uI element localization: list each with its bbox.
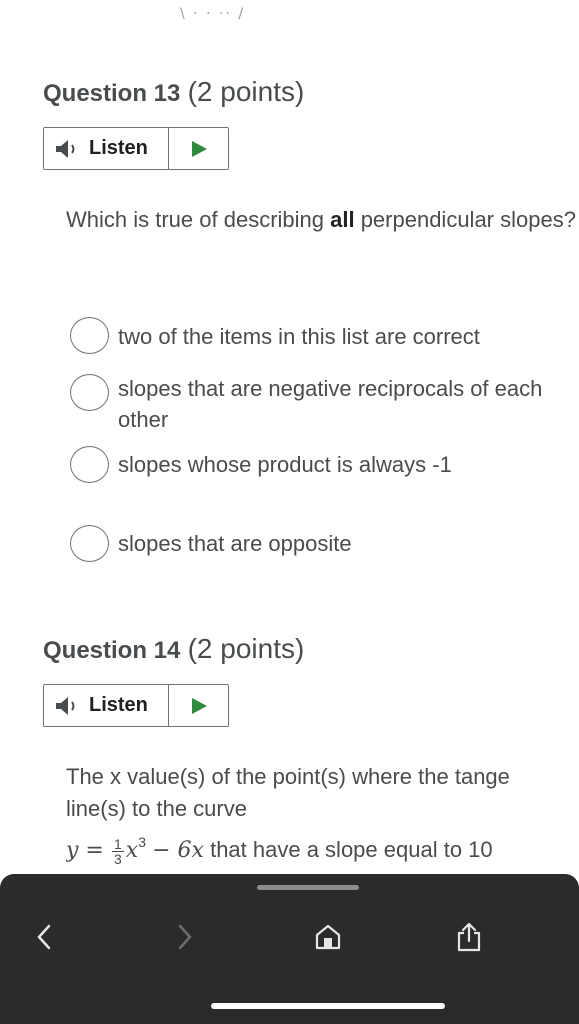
- prompt-emphasis: all: [330, 207, 355, 232]
- chevron-left-icon: [37, 924, 51, 950]
- browser-toolbar: [0, 874, 579, 1024]
- equation-exponent: 3: [138, 834, 146, 850]
- share-button[interactable]: [449, 917, 489, 957]
- radio-button[interactable]: [70, 525, 109, 562]
- listen-button[interactable]: Listen: [44, 128, 169, 169]
- chevron-right-icon: [178, 924, 192, 950]
- equation-lhs: y =: [66, 838, 104, 863]
- radio-button[interactable]: [70, 446, 109, 483]
- answer-option-1[interactable]: two of the items in this list are correc…: [70, 317, 570, 354]
- speaker-icon: [56, 139, 75, 158]
- radio-button[interactable]: [70, 317, 109, 354]
- prompt-text: Which is true of describing: [66, 207, 331, 232]
- home-button[interactable]: [308, 917, 348, 957]
- play-icon: [191, 140, 207, 157]
- home-icon: [315, 924, 341, 950]
- question-13-heading: Question 13 (2 points): [43, 76, 304, 108]
- question-14-prompt-line: line(s) to the curve: [66, 796, 247, 821]
- share-icon: [457, 922, 481, 952]
- listen-label: Listen: [89, 694, 148, 716]
- question-13-prompt: Which is true of describing all perpendi…: [66, 204, 576, 236]
- question-points: (2 points): [187, 633, 305, 664]
- question-title: Question 13: [43, 80, 181, 107]
- question-14-equation-line: y = 1 3 x3 − 6x that have a slope equal …: [66, 826, 579, 867]
- equation-rest: − 6x: [152, 838, 204, 863]
- answer-option-3[interactable]: slopes whose product is always -1: [70, 446, 570, 483]
- clipped-text-fragment: \ · · ·· /: [180, 6, 246, 22]
- equation-fraction: 1 3: [111, 835, 124, 867]
- listen-button[interactable]: Listen: [44, 685, 169, 726]
- back-button[interactable]: [24, 917, 64, 957]
- play-icon: [191, 697, 207, 714]
- fraction-numerator: 1: [111, 835, 124, 852]
- prompt-text: that have a slope equal to 10: [203, 837, 493, 862]
- option-label: slopes whose product is always -1: [118, 452, 452, 477]
- prompt-text: perpendicular slopes?: [354, 207, 576, 232]
- equation-variable: x: [125, 838, 139, 863]
- drag-handle[interactable]: [257, 885, 359, 890]
- listen-widget-q13: Listen: [43, 127, 229, 170]
- listen-label: Listen: [89, 137, 148, 159]
- question-points: (2 points): [187, 76, 305, 107]
- question-14-heading: Question 14 (2 points): [43, 633, 304, 665]
- option-label: two of the items in this list are correc…: [118, 324, 480, 349]
- answer-option-4[interactable]: slopes that are opposite: [70, 525, 570, 562]
- play-button[interactable]: [169, 128, 228, 169]
- option-label: slopes that are negative reciprocals of …: [118, 376, 543, 432]
- option-label: slopes that are opposite: [118, 531, 352, 556]
- play-button[interactable]: [169, 685, 228, 726]
- answer-option-2[interactable]: slopes that are negative reciprocals of …: [70, 373, 570, 435]
- radio-button[interactable]: [70, 374, 109, 411]
- home-indicator[interactable]: [211, 1003, 445, 1009]
- listen-widget-q14: Listen: [43, 684, 229, 727]
- fraction-denominator: 3: [113, 850, 122, 867]
- question-title: Question 14: [43, 637, 181, 664]
- speaker-icon: [56, 696, 75, 715]
- question-14-prompt-line: The x value(s) of the point(s) where the…: [66, 764, 510, 789]
- forward-button[interactable]: [165, 917, 205, 957]
